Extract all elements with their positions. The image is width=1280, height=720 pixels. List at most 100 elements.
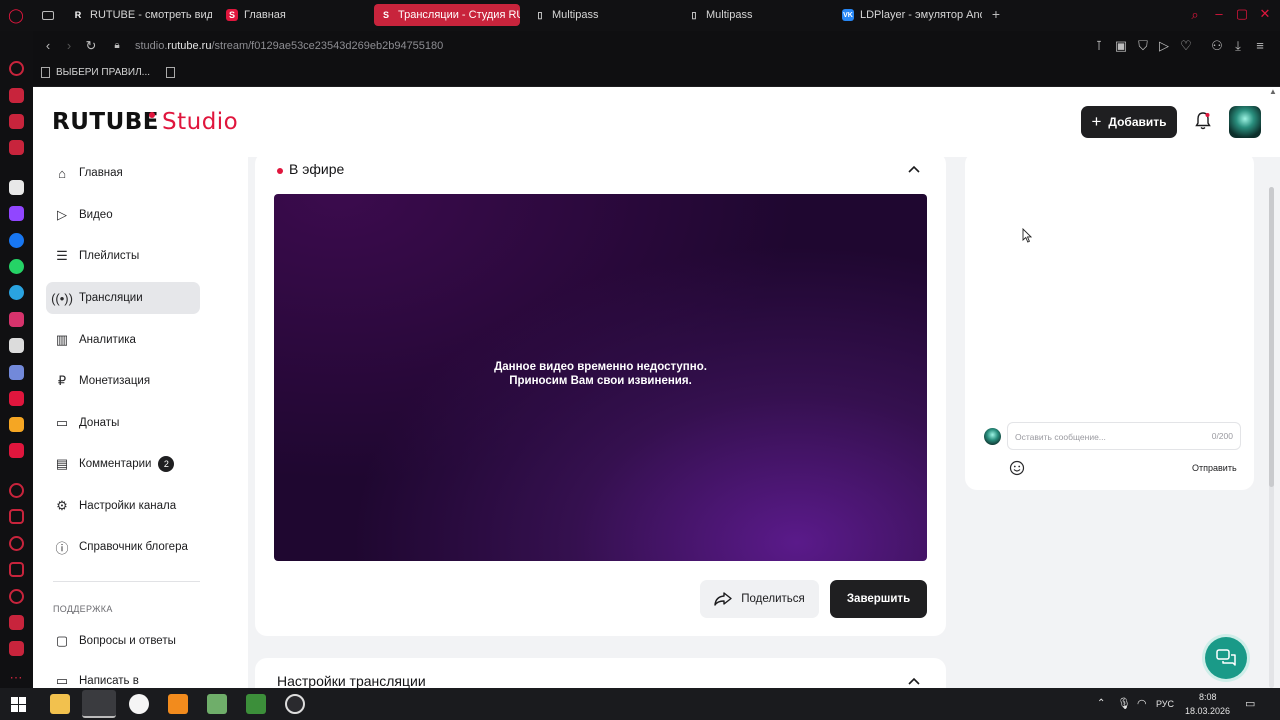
add-button[interactable]: + Добавить xyxy=(1081,106,1177,138)
zl-app-icon[interactable] xyxy=(246,694,266,714)
emoji-icon[interactable] xyxy=(1009,460,1025,476)
mouse-cursor-icon xyxy=(1022,228,1032,243)
playlist-icon: ☰ xyxy=(56,248,68,263)
finish-stream-button[interactable]: Завершить xyxy=(830,580,927,618)
profile-icon[interactable]: ⚇ xyxy=(1209,39,1225,53)
twitch-icon[interactable] xyxy=(9,206,24,221)
sidebar-item-write-to[interactable]: ▭ Написать в xyxy=(46,665,200,688)
minimize-icon[interactable]: – xyxy=(1211,7,1227,21)
url-field[interactable]: studio.rutube.ru/stream/f0129ae53ce23543… xyxy=(135,40,443,52)
chevron-up-icon[interactable] xyxy=(908,677,920,685)
play-icon[interactable]: ▷ xyxy=(1156,39,1172,53)
reload-icon[interactable]: ↻ xyxy=(83,39,99,53)
search-tabs-icon[interactable]: ⌕ xyxy=(1187,8,1203,22)
extension-icon[interactable] xyxy=(9,443,24,458)
shield-icon[interactable]: ⛉ xyxy=(1135,39,1151,53)
page-scrollbar[interactable] xyxy=(1269,187,1274,688)
sidebar-item-playlists[interactable]: ☰ Плейлисты xyxy=(46,240,200,272)
opera-gx-icon[interactable] xyxy=(82,690,116,718)
forward-icon[interactable]: › xyxy=(61,39,77,53)
downloads-icon[interactable] xyxy=(9,615,24,630)
history-icon[interactable] xyxy=(9,61,24,76)
sidebar-item-broadcasts[interactable]: ((•)) Трансляции xyxy=(46,282,200,314)
browser-tab[interactable]: ▯ Multipass xyxy=(682,4,828,26)
sidebar-item-video[interactable]: ▷ Видео xyxy=(46,199,200,231)
whatsapp-icon[interactable] xyxy=(9,259,24,274)
new-tab-icon[interactable]: + xyxy=(988,7,1004,21)
chat-message-input[interactable]: Оставить сообщение... 0/200 xyxy=(1007,422,1241,450)
share-icon xyxy=(714,592,732,606)
chat-input-placeholder: Оставить сообщение... xyxy=(1015,432,1106,442)
aria-icon[interactable] xyxy=(9,180,24,195)
gmail-icon[interactable] xyxy=(9,140,24,155)
scrollbar-thumb[interactable] xyxy=(1269,187,1274,487)
bookmark-item[interactable]: ВЫБЕРИ ПРАВИЛ... xyxy=(41,67,150,78)
bell-icon[interactable] xyxy=(1195,112,1211,130)
language-indicator[interactable]: РУС xyxy=(1156,699,1174,709)
share-button[interactable]: Поделиться xyxy=(700,580,819,618)
app-icon[interactable] xyxy=(207,694,227,714)
clock-time[interactable]: 8:08 xyxy=(1199,692,1217,702)
browser-tab[interactable]: ▯ Multipass xyxy=(528,4,674,26)
rutube-studio-logo[interactable]: RUTUBE Studio xyxy=(52,109,238,135)
media-player-icon[interactable] xyxy=(168,694,188,714)
heart-icon[interactable]: ♡ xyxy=(1178,39,1194,53)
telegram-icon[interactable] xyxy=(9,285,24,300)
wifi-icon[interactable]: ◠ xyxy=(1137,697,1147,710)
clock-icon[interactable] xyxy=(9,536,24,551)
scroll-up-icon[interactable]: ▲ xyxy=(1269,87,1277,96)
browser-tab[interactable]: VK LDPlayer - эмулятор Andr xyxy=(836,4,982,26)
support-chat-button[interactable] xyxy=(1205,637,1247,679)
browser-tab[interactable]: R RUTUBE - смотреть виде xyxy=(66,4,212,26)
close-icon[interactable]: ✕ xyxy=(1257,7,1273,21)
yandex-browser-icon[interactable] xyxy=(129,694,149,714)
windows-start-icon[interactable] xyxy=(11,697,26,712)
clock-date[interactable]: 18.03.2026 xyxy=(1185,706,1230,716)
snapshot-icon[interactable]: ▣ xyxy=(1113,39,1129,53)
messenger-icon[interactable] xyxy=(9,233,24,248)
user-avatar[interactable] xyxy=(1229,106,1261,138)
instagram-icon[interactable] xyxy=(9,312,24,327)
menu-icon[interactable]: ≡ xyxy=(1252,39,1268,53)
gx-icon[interactable] xyxy=(9,641,24,656)
sidebar-item-analytics[interactable]: ▥ Аналитика xyxy=(46,324,200,356)
bookmarks-icon[interactable] xyxy=(9,562,24,577)
tray-chevron-icon[interactable]: ⌃ xyxy=(1097,698,1105,709)
chevron-up-icon[interactable] xyxy=(908,165,920,173)
settings-icon[interactable] xyxy=(9,589,24,604)
more-icon[interactable]: ⋯ xyxy=(8,671,24,685)
workspaces-icon[interactable] xyxy=(9,509,24,524)
shopping-icon[interactable] xyxy=(9,88,24,103)
opera-logo-icon[interactable]: ◯ xyxy=(8,8,24,22)
extension-icon[interactable] xyxy=(9,417,24,432)
x-icon[interactable] xyxy=(9,338,24,353)
file-explorer-icon[interactable] xyxy=(50,694,70,714)
chat-char-counter: 0/200 xyxy=(1211,431,1233,441)
sidebar-item-donations[interactable]: ▭ Донаты xyxy=(46,407,200,439)
sidebar-item-comments[interactable]: ▤ Комментарии 2 xyxy=(46,448,200,480)
studio-icon: S xyxy=(226,9,238,21)
pin-icon[interactable]: ⊺ xyxy=(1091,39,1107,53)
sidebar-item-channel-settings[interactable]: ⚙ Настройки канала xyxy=(46,490,200,522)
back-icon[interactable]: ‹ xyxy=(40,39,56,53)
sidebar-item-monetization[interactable]: ₽ Монетизация xyxy=(46,365,200,397)
download-icon[interactable]: ⤓ xyxy=(1230,39,1246,53)
sidebar-item-faq[interactable]: ▢ Вопросы и ответы xyxy=(46,625,200,657)
browser-tab[interactable]: S Главная xyxy=(220,4,366,26)
browser-tab[interactable] xyxy=(36,4,62,26)
document-icon[interactable] xyxy=(166,67,175,78)
video-player[interactable]: Данное видео временно недоступно. Принос… xyxy=(274,194,927,561)
browser-tab-active[interactable]: S Трансляции - Студия RU xyxy=(374,4,520,26)
chat-send-button[interactable]: Отправить xyxy=(1192,463,1237,473)
discord-icon[interactable] xyxy=(9,365,24,380)
notifications-icon[interactable]: ▭ xyxy=(1245,697,1255,710)
yandex-icon[interactable] xyxy=(9,391,24,406)
sidebar-item-home[interactable]: ⌂ Главная xyxy=(46,157,200,189)
sidebar-item-blogger-guide[interactable]: ⓘ Справочник блогера xyxy=(46,531,200,563)
news-icon[interactable] xyxy=(9,114,24,129)
player-icon[interactable] xyxy=(9,483,24,498)
obs-icon[interactable] xyxy=(285,694,305,714)
maximize-icon[interactable]: ▢ xyxy=(1234,7,1250,21)
player-unavailable-message: Данное видео временно недоступно. Принос… xyxy=(274,360,927,388)
microphone-icon[interactable]: 🎙︎ xyxy=(1117,697,1131,710)
